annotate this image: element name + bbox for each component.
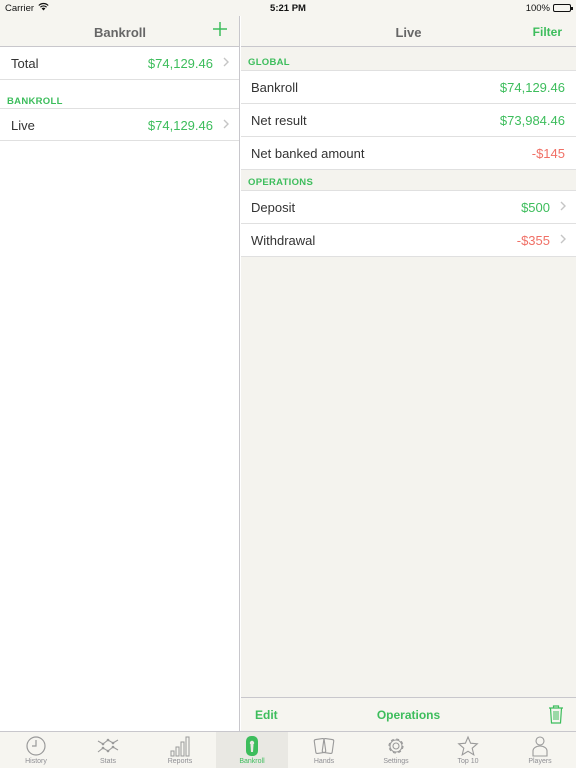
global-row-bankroll: Bankroll $74,129.46	[241, 71, 576, 104]
operations-button[interactable]: Operations	[241, 708, 576, 722]
tab-settings[interactable]: Settings	[360, 732, 432, 768]
chevron-right-icon	[223, 55, 229, 70]
chevron-right-icon	[223, 117, 229, 132]
row-label: Withdrawal	[251, 233, 316, 248]
tab-label: History	[25, 758, 47, 765]
cards-icon	[313, 735, 335, 757]
stats-graph-icon	[97, 735, 119, 757]
global-row-net-banked-amount: Net banked amount -$145	[241, 137, 576, 170]
global-section-header: GLOBAL	[241, 47, 576, 70]
row-label: Net banked amount	[251, 146, 365, 161]
bankroll-list-pane: Bankroll Total $74,129.46 BANKROLL Live …	[0, 16, 240, 731]
total-label: Total	[11, 56, 39, 71]
tab-stats[interactable]: Stats	[72, 732, 144, 768]
row-label: Net result	[251, 113, 307, 128]
page-title: Bankroll	[93, 25, 146, 40]
right-navigation-bar: Live Filter	[241, 16, 576, 47]
operation-row-deposit[interactable]: Deposit $500	[241, 191, 576, 224]
trash-icon[interactable]	[548, 704, 564, 729]
bankroll-detail-pane: Live Filter GLOBAL Bankroll $74,129.46 N…	[241, 16, 576, 731]
tab-label: Settings	[383, 758, 409, 765]
row-value: -$355	[516, 233, 550, 248]
tab-label: Reports	[167, 758, 193, 765]
gear-icon	[385, 735, 407, 757]
row-label: Deposit	[251, 200, 296, 215]
detail-toolbar: Edit Operations	[241, 697, 576, 731]
bankroll-icon	[241, 735, 263, 757]
bar-chart-icon	[169, 735, 191, 757]
plus-icon[interactable]	[213, 20, 227, 40]
clock-time: 5:21 PM	[270, 3, 306, 14]
tab-hands[interactable]: Hands	[288, 732, 360, 768]
bankroll-item-live[interactable]: Live $74,129.46	[0, 109, 239, 141]
tab-history[interactable]: History	[0, 732, 72, 768]
filter-button[interactable]: Filter	[533, 25, 562, 39]
global-row-net-result: Net result $73,984.46	[241, 104, 576, 137]
battery-percentage: 100%	[525, 3, 550, 14]
battery-icon	[553, 4, 573, 12]
chevron-right-icon	[560, 232, 566, 247]
operations-section-header: OPERATIONS	[241, 170, 576, 190]
total-value: $74,129.46	[147, 56, 213, 71]
tab-label: Stats	[100, 758, 116, 765]
tab-label: Hands	[313, 758, 335, 765]
detail-title: Live	[395, 25, 422, 40]
row-value: $500	[521, 200, 550, 215]
bankroll-item-label: Live	[11, 118, 35, 133]
row-value: -$145	[531, 146, 565, 161]
tab-reports[interactable]: Reports	[144, 732, 216, 768]
row-label: Bankroll	[251, 80, 298, 95]
tab-label: Players	[528, 758, 552, 765]
total-row[interactable]: Total $74,129.46	[0, 47, 239, 80]
operation-row-withdrawal[interactable]: Withdrawal -$355	[241, 224, 576, 257]
tab-players[interactable]: Players	[504, 732, 576, 768]
clock-icon	[25, 735, 47, 757]
tab-bar: History Stats Reports Bankroll Hands Set…	[0, 731, 576, 768]
tab-top-10[interactable]: Top 10	[432, 732, 504, 768]
tab-label: Top 10	[457, 758, 479, 765]
person-icon	[529, 735, 551, 757]
tab-bankroll[interactable]: Bankroll	[216, 732, 288, 768]
row-value: $73,984.46	[499, 113, 565, 128]
status-bar: Carrier 5:21 PM 100%	[0, 0, 576, 16]
left-navigation-bar: Bankroll	[0, 16, 239, 47]
tab-label: Bankroll	[239, 758, 265, 765]
bankroll-section-header: BANKROLL	[7, 96, 63, 107]
row-value: $74,129.46	[499, 80, 565, 95]
chevron-right-icon	[560, 199, 566, 214]
bankroll-item-value: $74,129.46	[147, 118, 213, 133]
star-icon	[457, 735, 479, 757]
